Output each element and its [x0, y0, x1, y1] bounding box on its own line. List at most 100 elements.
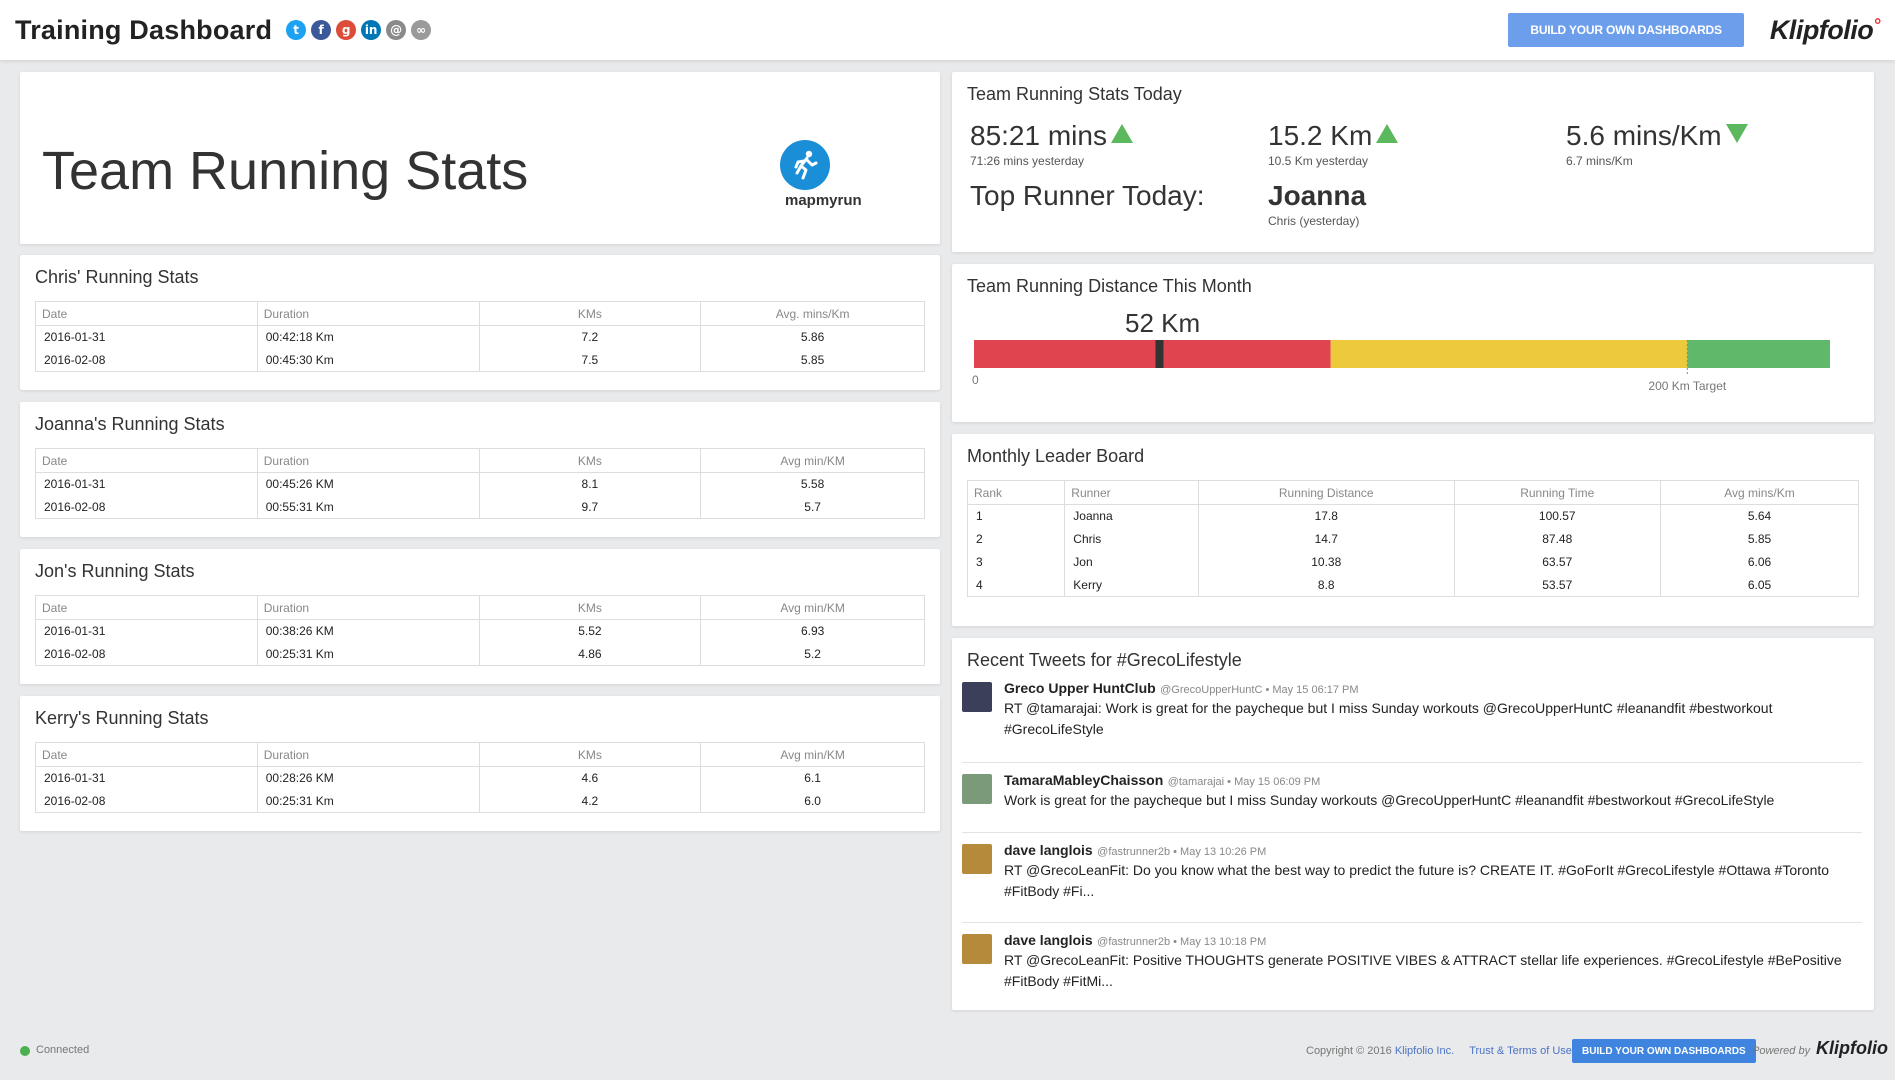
powered-by-text: Powered by: [1752, 1045, 1811, 1057]
trend-down-icon: [1725, 124, 1748, 143]
column-header[interactable]: Avg min/KM: [700, 742, 925, 767]
tweet-divider: [962, 762, 1862, 763]
column-header[interactable]: Date: [35, 448, 258, 473]
table-cell: 3: [966, 550, 1065, 574]
link-icon[interactable]: ∞: [411, 20, 432, 40]
kpi-pace-sub: 6.7 mins/Km: [1566, 154, 1633, 168]
table-cell: 4.86: [478, 642, 701, 666]
runner-stats-card: Chris' Running Stats Date Duration KMs Avg. …: [20, 255, 940, 390]
runner-stats-title: Joanna's Running Stats: [35, 414, 225, 434]
column-header[interactable]: Duration: [256, 301, 479, 326]
column-header[interactable]: Running Time: [1453, 480, 1661, 505]
hero-card: Team Running Stats mapmyrun: [20, 72, 940, 244]
today-stats-title: Team Running Stats Today: [967, 84, 1182, 104]
column-header[interactable]: Date: [35, 742, 258, 767]
runner-stats-table: Date Duration KMs Avg min/KM 2016-01-31 00:38…: [35, 595, 925, 666]
trend-up-icon: [1376, 124, 1399, 143]
table-cell: 100.57: [1453, 504, 1661, 528]
table-cell: Joanna: [1064, 504, 1199, 528]
column-header[interactable]: KMs: [478, 595, 701, 620]
top-bar: Training Dashboard t f g in @ ∞ BUILD YOUR OW…: [0, 0, 1895, 60]
facebook-icon[interactable]: f: [311, 20, 332, 40]
column-header[interactable]: Duration: [256, 448, 479, 473]
table-cell: 9.7: [478, 495, 701, 519]
tweet-meta: @fastrunner2b • May 13 10:26 PM: [1097, 846, 1267, 858]
tweet-body: TamaraMableyChaisson @tamarajai • May 15…: [1004, 772, 1844, 811]
kpi-distance-sub: 10.5 Km yesterday: [1268, 154, 1369, 168]
column-header[interactable]: Runner: [1064, 480, 1199, 505]
table-row: 2016-01-31 00:28:26 KM 4.6 6.1: [35, 766, 925, 790]
table-cell: 00:28:26 KM: [256, 766, 479, 790]
table-cell: 5.85: [700, 348, 925, 372]
table-cell: 8.1: [478, 472, 701, 496]
kpi-distance: 15.2 Km: [1268, 120, 1399, 152]
copyright-text: Copyright © 2016: [1306, 1045, 1392, 1057]
table-cell: 6.05: [1659, 573, 1860, 597]
column-header[interactable]: Date: [35, 301, 258, 326]
table-cell: 5.64: [1659, 504, 1860, 528]
leaderboard-card: Monthly Leader Board Rank Runner Running D…: [952, 434, 1874, 626]
table-row: 2016-02-08 00:25:31 Km 4.2 6.0: [35, 789, 925, 813]
distance-band-1: [1330, 340, 1688, 368]
footer-klipfolio-logo[interactable]: Klipfolio: [1816, 1038, 1888, 1059]
tweet-text: Work is great for the paycheque but I mi…: [1004, 792, 1775, 808]
kpi-pace: 5.6 mins/Km: [1566, 120, 1748, 152]
company-link[interactable]: Klipfolio Inc.: [1395, 1045, 1454, 1057]
runner-stats-card: Kerry's Running Stats Date Duration KMs Avg …: [20, 696, 940, 831]
column-header[interactable]: Avg. mins/Km: [700, 301, 925, 326]
email-icon[interactable]: @: [386, 20, 407, 40]
column-header[interactable]: Avg min/KM: [700, 595, 925, 620]
runner-stats-title: Chris' Running Stats: [35, 267, 199, 287]
table-cell: 5.2: [700, 642, 925, 666]
table-cell: 10.38: [1197, 550, 1455, 574]
avatar[interactable]: [962, 844, 992, 874]
column-header[interactable]: Date: [35, 595, 258, 620]
footer-build-button[interactable]: BUILD YOUR OWN DASHBOARDS: [1572, 1039, 1756, 1063]
table-row: 2016-02-08 00:25:31 Km 4.86 5.2: [35, 642, 925, 666]
connection-status-icon: [20, 1046, 30, 1056]
avatar[interactable]: [962, 934, 992, 964]
column-header[interactable]: KMs: [478, 448, 701, 473]
column-header[interactable]: Duration: [256, 595, 479, 620]
table-cell: 7.2: [478, 325, 701, 349]
google-plus-icon[interactable]: g: [336, 20, 357, 40]
column-header[interactable]: Running Distance: [1197, 480, 1455, 505]
tweet-author[interactable]: TamaraMableyChaisson: [1004, 772, 1163, 788]
distance-value-label: 52 Km: [1125, 308, 1201, 338]
target-label: 200 Km Target: [1648, 379, 1726, 393]
tweets-card: Recent Tweets for #GrecoLifestyle Greco …: [952, 638, 1874, 1010]
table-cell: 6.0: [700, 789, 925, 813]
tweet-author[interactable]: dave langlois: [1004, 842, 1093, 858]
kpi-pace-value: 5.6 mins/Km: [1566, 120, 1722, 151]
tweet-author[interactable]: dave langlois: [1004, 932, 1093, 948]
table-row: 2016-01-31 00:45:26 KM 8.1 5.58: [35, 472, 925, 496]
brand-text: Klipfolio: [1769, 14, 1874, 45]
table-cell: 87.48: [1453, 527, 1661, 551]
table-cell: 5.58: [700, 472, 925, 496]
tweet-author[interactable]: Greco Upper HuntClub: [1004, 680, 1156, 696]
twitter-icon[interactable]: t: [286, 20, 307, 40]
column-header[interactable]: KMs: [478, 301, 701, 326]
column-header[interactable]: Avg min/KM: [700, 448, 925, 473]
klipfolio-logo[interactable]: Klipfolio°: [1769, 14, 1881, 46]
distance-month-card: Team Running Distance This Month 52 Km 0…: [952, 264, 1874, 422]
column-header[interactable]: KMs: [478, 742, 701, 767]
avatar[interactable]: [962, 682, 992, 712]
column-header[interactable]: Avg mins/Km: [1659, 480, 1860, 505]
build-dashboards-button[interactable]: BUILD YOUR OWN DASHBOARDS: [1508, 13, 1744, 47]
table-cell: Chris: [1064, 527, 1199, 551]
table-row: 2016-01-31 00:42:18 Km 7.2 5.86: [35, 325, 925, 349]
today-stats-card: Team Running Stats Today 85:21 mins 71:2…: [952, 72, 1874, 252]
distance-progress-chart: 0 200 Km Target: [972, 340, 1830, 393]
leaderboard-row: 4 Kerry 8.8 53.57 6.05: [966, 573, 1860, 597]
distance-band-2: [1687, 340, 1830, 368]
table-cell: Kerry: [1064, 573, 1199, 597]
linkedin-icon[interactable]: in: [361, 20, 382, 40]
table-cell: 4.2: [478, 789, 701, 813]
avatar[interactable]: [962, 774, 992, 804]
table-cell: 5.52: [478, 619, 701, 643]
terms-link[interactable]: Trust & Terms of Use: [1469, 1045, 1572, 1057]
column-header[interactable]: Duration: [256, 742, 479, 767]
column-header[interactable]: Rank: [966, 480, 1065, 505]
table-cell: 4: [966, 573, 1065, 597]
